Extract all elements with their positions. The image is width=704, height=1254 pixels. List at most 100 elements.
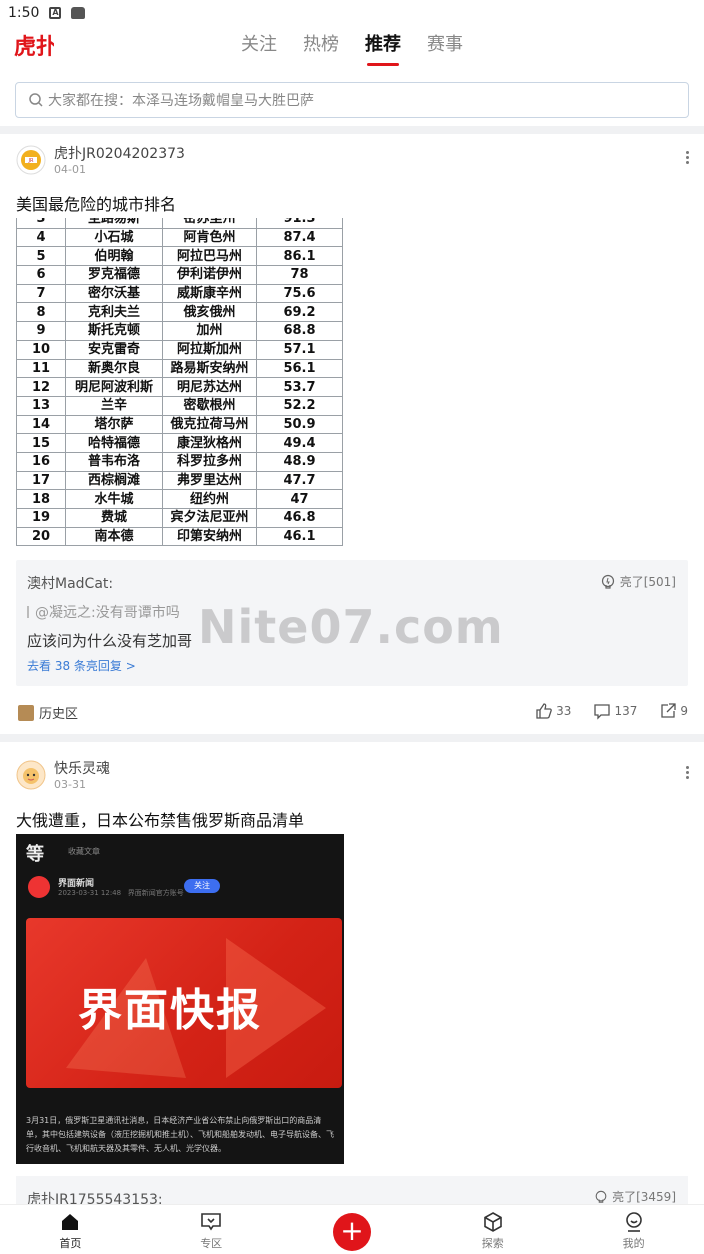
tab-bar: 关注 热榜 推荐 赛事 — [0, 26, 704, 70]
table-row: 5 伯明翰 阿拉巴马州 86.1 — [16, 246, 343, 267]
image-sub-text: 收藏文章 — [68, 847, 100, 856]
table-cell: 阿肯色州 — [162, 227, 257, 248]
tab-matches[interactable]: 赛事 — [425, 26, 465, 70]
table-cell: 普韦布洛 — [65, 451, 163, 472]
table-row: 4 小石城 阿肯色州 87.4 — [16, 227, 343, 248]
table-cell: 新奥尔良 — [65, 358, 163, 379]
nav-explore[interactable]: 探索 — [422, 1205, 563, 1254]
post-footer: 历史区 33 137 9 — [16, 700, 688, 724]
table-cell: 7 — [16, 283, 66, 304]
table-cell: 47 — [256, 489, 343, 509]
tab-recommend[interactable]: 推荐 — [363, 26, 403, 70]
hot-comment[interactable]: 虎扑JR1755543153: 亮了[3459] — [16, 1176, 688, 1208]
table-cell: 46.1 — [256, 526, 343, 547]
news-banner: 界面快报 — [26, 918, 342, 1088]
nav-label: 专区 — [200, 1237, 223, 1250]
author-name[interactable]: 快乐灵魂 — [54, 758, 110, 778]
history-section-icon — [18, 704, 34, 721]
status-bar: 1:50 A — [0, 0, 704, 26]
table-cell: 明尼苏达州 — [162, 377, 257, 397]
table-cell: 伯明翰 — [65, 246, 163, 267]
table-cell: 阿拉斯加州 — [162, 339, 257, 360]
quote-text: @凝远之:没有哥谭市吗 — [35, 605, 180, 621]
light-bulb-icon — [595, 1190, 607, 1203]
table-cell: 明尼阿波利斯 — [65, 377, 163, 397]
svg-text:JR: JR — [28, 158, 34, 164]
table-cell: 罗克福德 — [65, 265, 163, 285]
user-avatar[interactable] — [16, 760, 46, 790]
table-cell: 俄克拉荷马州 — [162, 414, 257, 435]
post-date: 04-01 — [54, 163, 86, 176]
post-title[interactable]: 美国最危险的城市排名 — [16, 191, 176, 215]
table-cell: 水牛城 — [65, 489, 163, 509]
divider — [0, 734, 704, 742]
tab-hot[interactable]: 热榜 — [301, 26, 341, 70]
post-date: 03-31 — [54, 778, 86, 791]
light-label: 亮了[501] — [619, 575, 676, 589]
table-cell: 14 — [16, 414, 66, 435]
explore-icon — [483, 1212, 502, 1232]
like-button[interactable]: 33 — [535, 702, 571, 720]
table-row: 10 安克雷奇 阿拉斯加州 57.1 — [16, 339, 343, 360]
follow-button: 关注 — [184, 879, 220, 893]
user-avatar[interactable]: JR — [16, 145, 46, 175]
zone-icon — [201, 1213, 221, 1231]
table-row: 15 哈特福德 康涅狄格州 49.4 — [16, 433, 343, 453]
home-icon — [62, 1214, 79, 1230]
share-icon — [661, 703, 677, 718]
post-stats: 33 137 9 — [535, 702, 688, 720]
comment-button[interactable]: 137 — [593, 702, 637, 720]
ranking-table-image[interactable]: 3 圣路易斯 密苏里州 91.3 4 小石城 阿肯色州 87.4 5 伯明翰 阿拉巴马州 86.1 6 罗… — [16, 218, 343, 548]
share-button[interactable]: 9 — [659, 702, 688, 720]
table-cell: 威斯康辛州 — [162, 283, 257, 304]
light-count[interactable]: 亮了[3459] — [594, 1188, 676, 1205]
news-description: 3月31日，俄罗斯卫星通讯社消息，日本经济产业省公布禁止向俄罗斯出口的商品清单，… — [26, 1116, 334, 1153]
table-cell: 68.8 — [256, 321, 343, 341]
watermark: Nite07.com — [198, 600, 504, 654]
author-name[interactable]: 虎扑JR0204202373 — [54, 143, 185, 163]
table-cell: 阿拉巴马州 — [162, 246, 257, 267]
table-cell: 15 — [16, 433, 66, 453]
table-cell: 克利夫兰 — [65, 302, 163, 323]
table-cell: 密尔沃基 — [65, 283, 163, 304]
comment-count: 137 — [614, 704, 638, 718]
search-placeholder: 大家都在搜：本泽马连场戴帽皇马大胜巴萨 — [48, 93, 314, 109]
table-cell: 47.7 — [256, 470, 343, 491]
table-cell: 西棕榈滩 — [65, 470, 163, 491]
news-screenshot-image[interactable]: 等 收藏文章 界面新闻 2023-03-31 12:48 界面新闻官方账号 关注… — [16, 834, 344, 1164]
search-bar[interactable]: 大家都在搜：本泽马连场戴帽皇马大胜巴萨 — [15, 82, 689, 118]
nav-label: 我的 — [622, 1237, 645, 1250]
table-cell: 密苏里州 — [162, 218, 257, 229]
comment-user[interactable]: 澳村MadCat: — [27, 573, 113, 593]
table-cell: 兰辛 — [65, 395, 163, 416]
post-title[interactable]: 大俄遭重，日本公布禁售俄罗斯商品清单 — [16, 807, 304, 831]
table-cell: 49.4 — [256, 433, 343, 453]
notification-a-icon: A — [49, 7, 62, 19]
table-cell: 塔尔萨 — [65, 414, 163, 435]
table-cell: 5 — [16, 246, 66, 267]
table-cell: 康涅狄格州 — [162, 433, 257, 453]
table-cell: 小石城 — [65, 227, 163, 248]
nav-zone[interactable]: 专区 — [141, 1205, 282, 1254]
comment-text: 应该问为什么没有芝加哥 — [27, 632, 193, 650]
table-cell: 9 — [16, 321, 66, 341]
image-top-text: 等 — [26, 844, 44, 865]
table-cell: 69.2 — [256, 302, 343, 323]
nav-post[interactable]: + — [282, 1205, 423, 1254]
table-row: 18 水牛城 纽约州 47 — [16, 489, 343, 509]
light-count[interactable]: 亮了[501] — [600, 573, 676, 590]
table-cell: 78 — [256, 265, 343, 285]
table-cell: 8 — [16, 302, 66, 323]
table-cell: 11 — [16, 358, 66, 379]
more-options-icon[interactable] — [682, 149, 692, 169]
nav-home[interactable]: 首页 — [0, 1205, 141, 1254]
table-cell: 86.1 — [256, 246, 343, 267]
more-options-icon[interactable] — [682, 764, 692, 784]
tab-follow[interactable]: 关注 — [239, 26, 279, 70]
table-row: 3 圣路易斯 密苏里州 91.3 — [16, 218, 343, 229]
more-replies-link[interactable]: 去看 38 条亮回复 > — [27, 657, 136, 674]
top-header: 虎扑 关注 热榜 推荐 赛事 — [0, 26, 704, 70]
section-tag[interactable]: 历史区 — [18, 703, 78, 722]
table-cell: 密歇根州 — [162, 395, 257, 416]
nav-profile[interactable]: 我的 — [563, 1205, 704, 1254]
